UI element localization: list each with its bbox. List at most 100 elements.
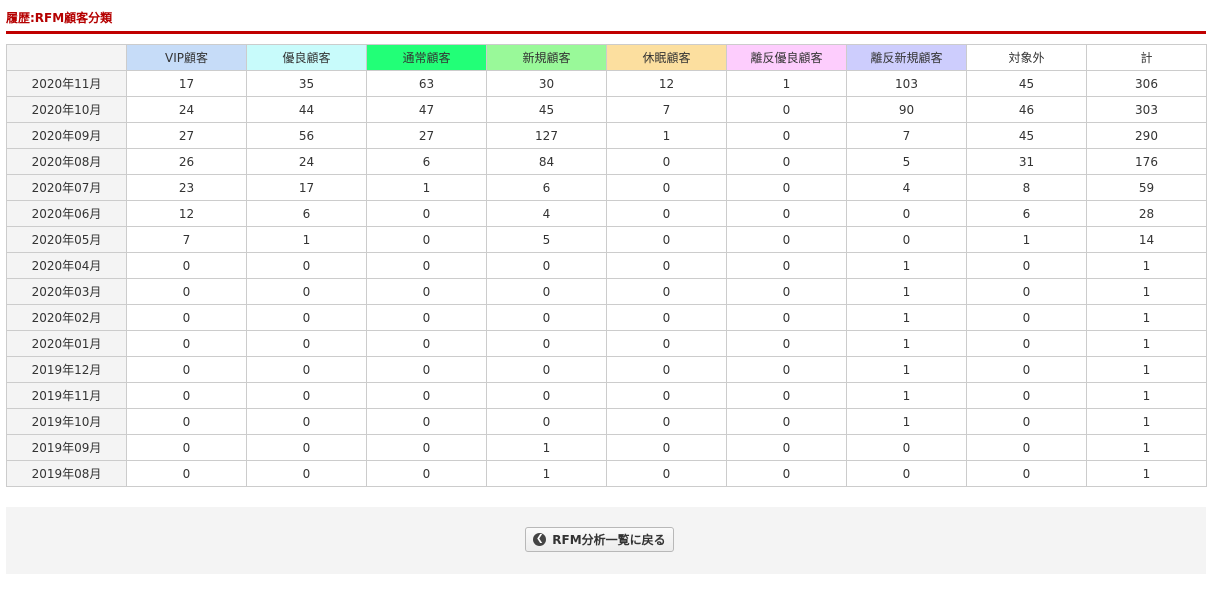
cell-value: 17 — [246, 174, 367, 201]
row-month: 2019年08月 — [6, 460, 127, 487]
cell-value: 84 — [486, 148, 607, 175]
cell-value: 14 — [1086, 226, 1207, 253]
cell-value: 12 — [126, 200, 247, 227]
cell-value: 303 — [1086, 96, 1207, 123]
cell-value: 0 — [726, 122, 847, 149]
cell-value: 1 — [726, 70, 847, 97]
page-title: 履歴:RFM顧客分類 — [6, 11, 113, 25]
cell-value: 0 — [126, 252, 247, 279]
table-row: 2019年09月 0 0 0 1 0 0 0 0 1 — [6, 434, 1207, 461]
cell-value: 0 — [366, 408, 487, 435]
cell-value: 0 — [726, 96, 847, 123]
row-month: 2020年01月 — [6, 330, 127, 357]
row-month: 2019年10月 — [6, 408, 127, 435]
cell-value: 0 — [486, 330, 607, 357]
cell-value: 0 — [366, 460, 487, 487]
cell-value: 0 — [606, 356, 727, 383]
cell-value: 56 — [246, 122, 367, 149]
cell-value: 0 — [246, 408, 367, 435]
table-row: 2020年10月 24 44 47 45 7 0 90 46 303 — [6, 96, 1207, 123]
table-row: 2020年08月 26 24 6 84 0 0 5 31 176 — [6, 148, 1207, 175]
table-row: 2020年04月 0 0 0 0 0 0 1 0 1 — [6, 252, 1207, 279]
cell-value: 0 — [726, 226, 847, 253]
back-to-rfm-list-button[interactable]: ❮ RFM分析一覧に戻る — [525, 527, 674, 552]
cell-value: 0 — [726, 408, 847, 435]
cell-value: 0 — [486, 382, 607, 409]
row-month: 2020年07月 — [6, 174, 127, 201]
cell-value: 0 — [606, 252, 727, 279]
cell-value: 0 — [966, 382, 1087, 409]
cell-value: 1 — [1086, 278, 1207, 305]
cell-value: 1 — [1086, 408, 1207, 435]
cell-value: 0 — [606, 278, 727, 305]
cell-value: 0 — [366, 226, 487, 253]
cell-value: 0 — [126, 382, 247, 409]
column-header: 通常顧客 — [366, 44, 487, 71]
cell-value: 0 — [966, 434, 1087, 461]
cell-value: 0 — [966, 278, 1087, 305]
cell-value: 0 — [126, 330, 247, 357]
back-button-label: RFM分析一覧に戻る — [552, 533, 666, 547]
cell-value: 1 — [1086, 434, 1207, 461]
cell-value: 35 — [246, 70, 367, 97]
cell-value: 1 — [486, 460, 607, 487]
cell-value: 1 — [846, 304, 967, 331]
cell-value: 0 — [846, 226, 967, 253]
cell-value: 31 — [966, 148, 1087, 175]
row-month: 2020年06月 — [6, 200, 127, 227]
cell-value: 0 — [486, 278, 607, 305]
cell-value: 1 — [1086, 252, 1207, 279]
cell-value: 28 — [1086, 200, 1207, 227]
column-header: 計 — [1086, 44, 1207, 71]
cell-value: 24 — [126, 96, 247, 123]
cell-value: 8 — [966, 174, 1087, 201]
cell-value: 45 — [966, 70, 1087, 97]
cell-value: 1 — [1086, 304, 1207, 331]
cell-value: 0 — [606, 226, 727, 253]
column-header: VIP顧客 — [126, 44, 247, 71]
cell-value: 0 — [246, 304, 367, 331]
cell-value: 0 — [606, 330, 727, 357]
chevron-left-circle-icon: ❮ — [533, 533, 547, 546]
cell-value: 0 — [726, 304, 847, 331]
cell-value: 1 — [846, 408, 967, 435]
cell-value: 0 — [846, 460, 967, 487]
table-row: 2020年11月 17 35 63 30 12 1 103 45 306 — [6, 70, 1207, 97]
table-row: 2020年07月 23 17 1 6 0 0 4 8 59 — [6, 174, 1207, 201]
cell-value: 0 — [366, 382, 487, 409]
cell-value: 0 — [726, 200, 847, 227]
row-month: 2020年11月 — [6, 70, 127, 97]
cell-value: 0 — [846, 434, 967, 461]
row-month: 2020年05月 — [6, 226, 127, 253]
row-month: 2020年10月 — [6, 96, 127, 123]
cell-value: 4 — [846, 174, 967, 201]
cell-value: 1 — [846, 252, 967, 279]
table-row: 2020年05月 7 1 0 5 0 0 0 1 14 — [6, 226, 1207, 253]
row-month: 2020年09月 — [6, 122, 127, 149]
cell-value: 0 — [726, 252, 847, 279]
cell-value: 0 — [126, 278, 247, 305]
cell-value: 0 — [246, 434, 367, 461]
table-row: 2019年11月 0 0 0 0 0 0 1 0 1 — [6, 382, 1207, 409]
cell-value: 0 — [606, 408, 727, 435]
cell-value: 30 — [486, 70, 607, 97]
cell-value: 0 — [726, 382, 847, 409]
column-header: 新規顧客 — [486, 44, 607, 71]
cell-value: 6 — [246, 200, 367, 227]
cell-value: 1 — [1086, 382, 1207, 409]
row-month: 2019年11月 — [6, 382, 127, 409]
row-month: 2020年08月 — [6, 148, 127, 175]
cell-value: 0 — [966, 356, 1087, 383]
column-header: 離反新規顧客 — [846, 44, 967, 71]
cell-value: 0 — [126, 356, 247, 383]
cell-value: 0 — [366, 200, 487, 227]
cell-value: 0 — [606, 304, 727, 331]
column-header: 優良顧客 — [246, 44, 367, 71]
cell-value: 1 — [1086, 356, 1207, 383]
cell-value: 0 — [726, 174, 847, 201]
table-row: 2020年02月 0 0 0 0 0 0 1 0 1 — [6, 304, 1207, 331]
cell-value: 1 — [1086, 330, 1207, 357]
cell-value: 0 — [486, 356, 607, 383]
cell-value: 1 — [846, 278, 967, 305]
cell-value: 0 — [606, 148, 727, 175]
